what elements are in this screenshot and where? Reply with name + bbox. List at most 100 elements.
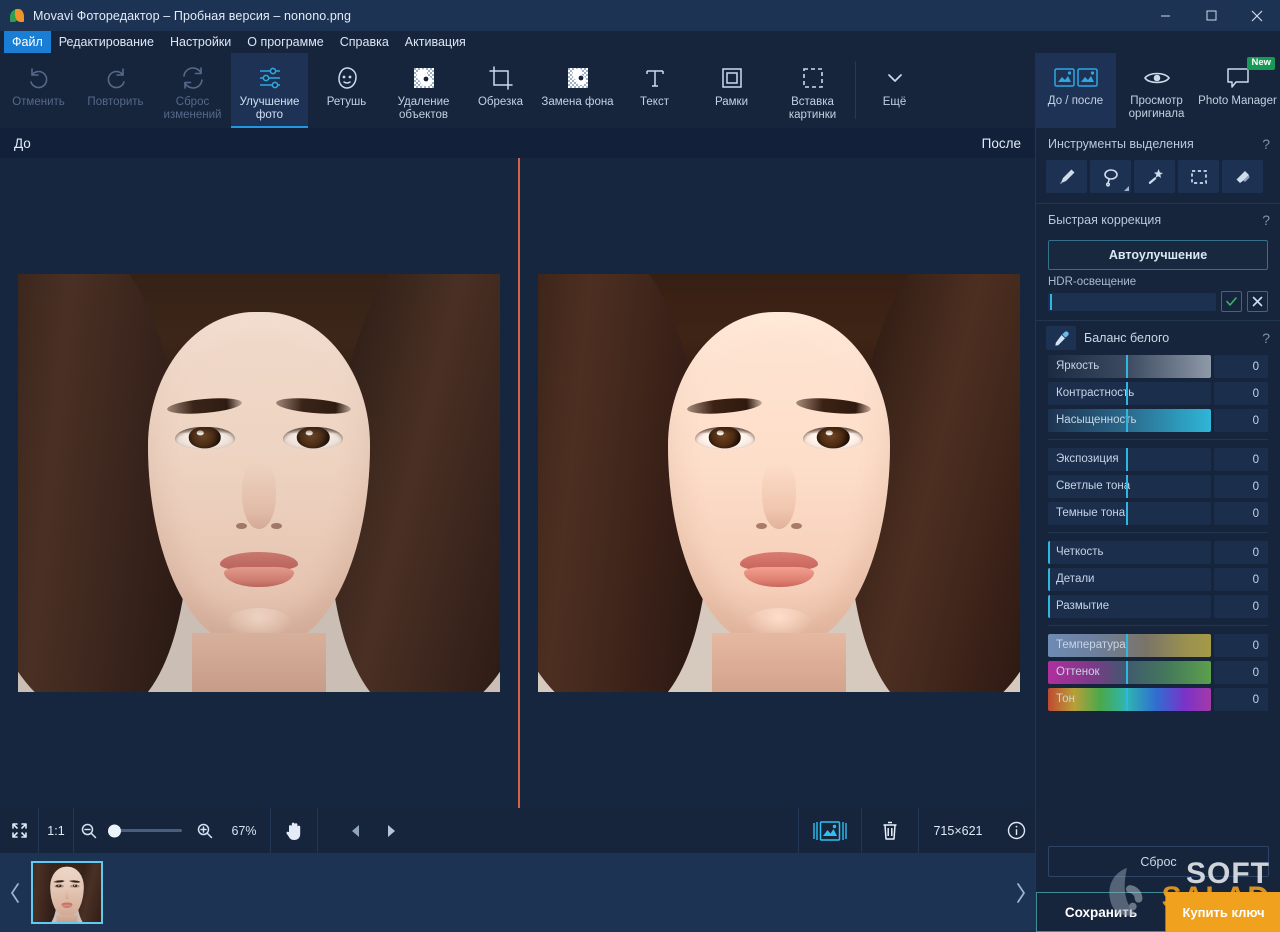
slider-hue-value[interactable]: 0 (1214, 688, 1268, 711)
hdr-cancel-button[interactable] (1247, 291, 1268, 312)
lasso-dropdown-arrow-icon[interactable] (1124, 186, 1129, 191)
photo-before[interactable] (18, 274, 500, 692)
slider-hue[interactable]: Тон 0 (1036, 688, 1280, 711)
slider-highlights-handle[interactable] (1126, 475, 1128, 498)
menu-item-settings[interactable]: Настройки (162, 31, 239, 53)
menu-item-edit[interactable]: Редактирование (51, 31, 162, 53)
slider-highlights-track[interactable]: Светлые тона (1048, 475, 1211, 498)
slider-shadows-handle[interactable] (1126, 502, 1128, 525)
slider-brightness[interactable]: Яркость 0 (1036, 355, 1280, 378)
brush-select-tool[interactable] (1046, 160, 1087, 193)
prev-image-button[interactable] (337, 808, 373, 853)
thumbstrip-next-button[interactable] (1005, 853, 1035, 932)
magic-wand-tool[interactable] (1134, 160, 1175, 193)
toolbar-photo-manager[interactable]: New Photo Manager (1197, 53, 1278, 128)
toolbar-insert-image[interactable]: Вставка картинки (770, 53, 855, 128)
toolbar-object-removal[interactable]: Удаление объектов (385, 53, 462, 128)
menu-item-activation[interactable]: Активация (397, 31, 474, 53)
slider-hue-track[interactable]: Тон (1048, 688, 1211, 711)
slider-tint-value[interactable]: 0 (1214, 661, 1268, 684)
toolbar-background-change[interactable]: Замена фона (539, 53, 616, 128)
slider-exposure-value[interactable]: 0 (1214, 448, 1268, 471)
toolbar-redo[interactable]: Повторить (77, 53, 154, 128)
slider-details-track[interactable]: Детали (1048, 568, 1211, 591)
slider-highlights[interactable]: Светлые тона 0 (1036, 475, 1280, 498)
slider-shadows-value[interactable]: 0 (1214, 502, 1268, 525)
slider-saturation-track[interactable]: Насыщенность (1048, 409, 1211, 432)
thumbnail-item[interactable] (31, 861, 103, 924)
slider-details-value[interactable]: 0 (1214, 568, 1268, 591)
slider-shadows-track[interactable]: Темные тона (1048, 502, 1211, 525)
selection-tools-help-icon[interactable]: ? (1262, 136, 1270, 152)
thumbstrip-prev-button[interactable] (0, 853, 30, 932)
zoom-slider-handle[interactable] (108, 824, 121, 837)
slider-contrast-track[interactable]: Контрастность (1048, 382, 1211, 405)
slider-sharpness[interactable]: Четкость 0 (1036, 541, 1280, 564)
toolbar-crop[interactable]: Обрезка (462, 53, 539, 128)
slider-temperature-value[interactable]: 0 (1214, 634, 1268, 657)
toolbar-photo-enhance[interactable]: Улучшение фото (231, 53, 308, 128)
minimize-button[interactable] (1142, 0, 1188, 31)
zoom-out-button[interactable] (74, 808, 102, 853)
zoom-in-button[interactable] (190, 808, 218, 853)
zoom-ratio-button[interactable]: 1:1 (39, 808, 73, 853)
image-info-button[interactable] (997, 808, 1035, 853)
slider-saturation-value[interactable]: 0 (1214, 409, 1268, 432)
slider-tint[interactable]: Оттенок 0 (1036, 661, 1280, 684)
slider-saturation-handle[interactable] (1126, 409, 1128, 432)
filmstrip-toggle-button[interactable] (799, 808, 861, 853)
toolbar-view-original[interactable]: Просмотр оригинала (1116, 53, 1197, 128)
slider-temperature-handle[interactable] (1126, 634, 1128, 657)
next-image-button[interactable] (373, 808, 409, 853)
photo-after[interactable] (538, 274, 1020, 692)
slider-tint-track[interactable]: Оттенок (1048, 661, 1211, 684)
delete-image-button[interactable] (862, 808, 918, 853)
slider-hue-handle[interactable] (1126, 688, 1128, 711)
canvas-area[interactable]: До После (0, 128, 1035, 808)
slider-blur-handle[interactable] (1048, 595, 1050, 618)
slider-tint-handle[interactable] (1126, 661, 1128, 684)
eraser-tool[interactable] (1222, 160, 1263, 193)
save-button[interactable]: Сохранить (1036, 892, 1166, 932)
lasso-select-tool[interactable] (1090, 160, 1131, 193)
slider-blur-value[interactable]: 0 (1214, 595, 1268, 618)
slider-highlights-value[interactable]: 0 (1214, 475, 1268, 498)
slider-details[interactable]: Детали 0 (1036, 568, 1280, 591)
slider-temperature[interactable]: Температура 0 (1036, 634, 1280, 657)
zoom-slider[interactable] (110, 829, 182, 832)
fit-to-screen-button[interactable] (0, 808, 38, 853)
slider-details-handle[interactable] (1048, 568, 1050, 591)
slider-blur[interactable]: Размытие 0 (1036, 595, 1280, 618)
hand-tool-button[interactable] (271, 808, 317, 853)
slider-temperature-track[interactable]: Температура (1048, 634, 1211, 657)
slider-brightness-value[interactable]: 0 (1214, 355, 1268, 378)
auto-enhance-button[interactable]: Автоулучшение (1048, 240, 1268, 270)
slider-contrast-handle[interactable] (1126, 382, 1128, 405)
toolbar-more[interactable]: Ещё (856, 53, 933, 128)
slider-exposure-track[interactable]: Экспозиция (1048, 448, 1211, 471)
rectangle-select-tool[interactable] (1178, 160, 1219, 193)
slider-blur-track[interactable]: Размытие (1048, 595, 1211, 618)
toolbar-text[interactable]: Текст (616, 53, 693, 128)
hdr-slider-handle[interactable] (1050, 294, 1052, 310)
slider-sharpness-track[interactable]: Четкость (1048, 541, 1211, 564)
before-after-divider[interactable] (518, 158, 520, 808)
slider-contrast[interactable]: Контрастность 0 (1036, 382, 1280, 405)
quick-fix-help-icon[interactable]: ? (1262, 212, 1270, 228)
reset-button[interactable]: Сброс (1048, 846, 1269, 877)
menu-item-file[interactable]: Файл (4, 31, 51, 53)
hdr-apply-button[interactable] (1221, 291, 1242, 312)
toolbar-undo[interactable]: Отменить (0, 53, 77, 128)
toolbar-frames[interactable]: Рамки (693, 53, 770, 128)
slider-brightness-track[interactable]: Яркость (1048, 355, 1211, 378)
buy-key-button[interactable]: Купить ключ (1166, 892, 1280, 932)
slider-exposure-handle[interactable] (1126, 448, 1128, 471)
slider-shadows[interactable]: Темные тона 0 (1036, 502, 1280, 525)
white-balance-help-icon[interactable]: ? (1262, 330, 1270, 346)
toolbar-reset-changes[interactable]: Сброс изменений (154, 53, 231, 128)
slider-saturation[interactable]: Насыщенность 0 (1036, 409, 1280, 432)
slider-sharpness-value[interactable]: 0 (1214, 541, 1268, 564)
slider-contrast-value[interactable]: 0 (1214, 382, 1268, 405)
slider-brightness-handle[interactable] (1126, 355, 1128, 378)
close-button[interactable] (1234, 0, 1280, 31)
